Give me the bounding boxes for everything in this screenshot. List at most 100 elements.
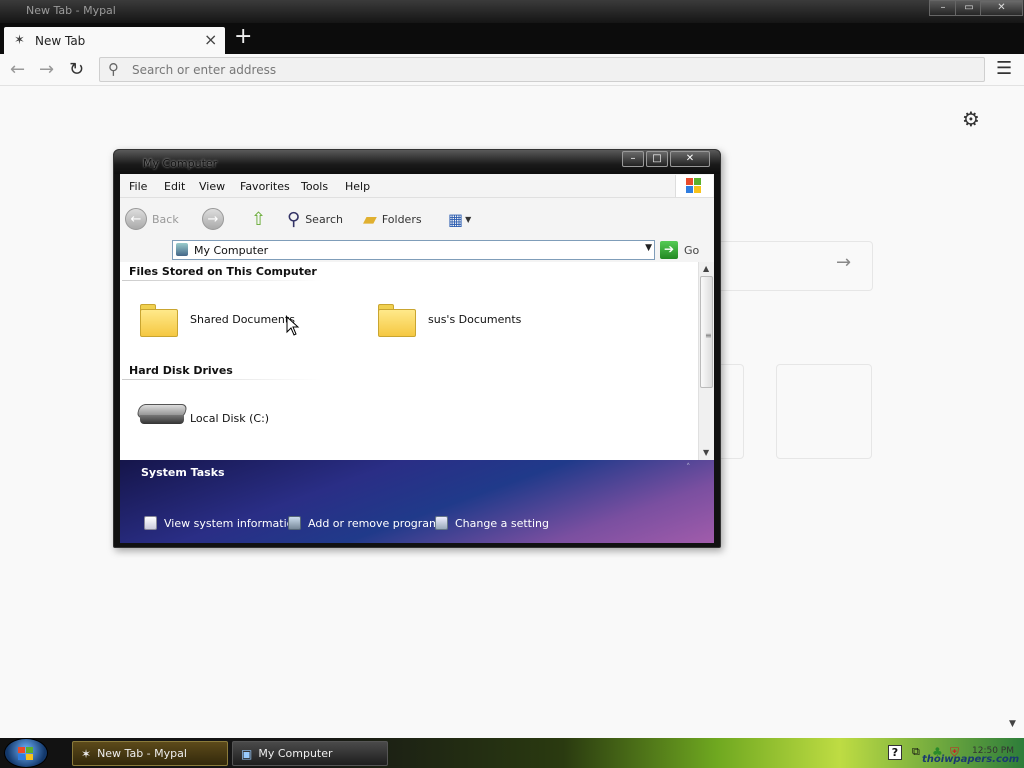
add-remove-programs-task[interactable]: Add or remove programs — [288, 516, 446, 530]
browser-maximize-button[interactable]: ▭ — [955, 0, 983, 16]
forward-button[interactable]: → — [202, 207, 224, 231]
top-site-tile[interactable] — [776, 364, 872, 459]
browser-title: New Tab - Mypal — [26, 4, 116, 17]
explorer-body: File Edit View Favorites Tools Help ← Ba… — [120, 174, 714, 543]
shared-documents-item[interactable]: Shared Documents — [190, 313, 295, 326]
folders-icon: ▰ — [363, 208, 377, 230]
gear-icon[interactable]: ⚙ — [962, 107, 980, 131]
tab-close-icon[interactable]: × — [204, 30, 217, 49]
folders-label: Folders — [381, 212, 422, 226]
explorer-close-button[interactable]: ✕ — [670, 151, 710, 167]
menu-tools[interactable]: Tools — [301, 180, 328, 193]
new-tab-plus-icon[interactable]: + — [234, 25, 252, 49]
menu-favorites[interactable]: Favorites — [240, 180, 290, 193]
help-icon[interactable]: ? — [888, 745, 902, 760]
scroll-thumb[interactable]: ≡ — [700, 276, 713, 388]
watermark-text: thoiwpapers.com — [922, 754, 1020, 765]
grip-icon: ≡ — [705, 331, 712, 340]
browser-titlebar: New Tab - Mypal – ▭ ✕ — [0, 0, 1024, 23]
change-setting-task[interactable]: Change a setting — [435, 516, 549, 530]
browser-close-button[interactable]: ✕ — [980, 0, 1023, 16]
drives-group-header: Hard Disk Drives — [129, 364, 233, 377]
go-button[interactable]: ➔ Go — [660, 241, 699, 259]
explorer-minimize-button[interactable]: – — [622, 151, 644, 167]
menu-help[interactable]: Help — [345, 180, 370, 193]
magnifier-icon: ⚲ — [287, 208, 301, 230]
taskbar-button-label: New Tab - Mypal — [97, 747, 187, 760]
local-disk-item[interactable]: Local Disk (C:) — [190, 412, 269, 425]
taskbar-button-my-computer[interactable]: ▣ My Computer — [232, 741, 388, 766]
up-folder-icon: ⇧ — [251, 208, 267, 230]
back-label: Back — [152, 212, 179, 226]
back-arrow-icon: ← — [125, 208, 147, 230]
system-tasks-title: System Tasks — [141, 466, 225, 479]
taskbar: ✶ New Tab - Mypal ▣ My Computer ? ⧉ ♣ ⛨ … — [0, 738, 1024, 768]
mypal-favicon-icon: ✶ — [14, 33, 25, 48]
folder-icon[interactable] — [140, 302, 178, 337]
browser-tabbar: ✶ New Tab × + — [0, 23, 1024, 54]
explorer-toolbar: ← Back → ⇧ ⚲ Search ▰ Folders ▦ ▼ — [120, 199, 714, 237]
sus-documents-item[interactable]: sus's Documents — [428, 313, 521, 326]
task-label: View system information — [164, 516, 301, 530]
views-grid-icon: ▦ — [448, 209, 464, 229]
mouse-cursor-icon — [286, 316, 300, 336]
view-system-info-task[interactable]: View system information — [144, 516, 300, 530]
page-scroll-down-icon[interactable]: ▼ — [1009, 719, 1016, 729]
collapse-icon[interactable]: ˄ — [686, 463, 691, 473]
explorer-maximize-button[interactable]: □ — [646, 151, 668, 167]
network-icon[interactable]: ⧉ — [912, 745, 920, 759]
settings-icon — [435, 516, 448, 530]
back-button[interactable]: ← Back — [125, 207, 179, 231]
tab-label: New Tab — [35, 34, 86, 48]
taskbar-button-label: My Computer — [258, 747, 333, 760]
start-button[interactable] — [4, 738, 48, 768]
forward-arrow-icon[interactable]: → — [39, 59, 54, 80]
computer-icon — [176, 243, 188, 256]
menu-view[interactable]: View — [199, 180, 225, 193]
hamburger-menu-icon[interactable]: ☰ — [996, 58, 1012, 79]
divider — [122, 280, 322, 281]
forward-arrow-icon: → — [202, 208, 224, 230]
my-computer-window[interactable]: My Computer – □ ✕ File Edit View Favorit… — [113, 149, 721, 548]
scroll-down-icon[interactable]: ▼ — [703, 448, 709, 457]
divider — [122, 379, 322, 380]
mypal-icon: ✶ — [81, 746, 92, 761]
explorer-content: Files Stored on This Computer Shared Doc… — [120, 262, 714, 460]
up-folder-button[interactable]: ⇧ — [251, 207, 266, 231]
taskbar-button-mypal[interactable]: ✶ New Tab - Mypal — [72, 741, 228, 766]
browser-navbar: ← → ↻ ⚲ ☰ — [0, 54, 1024, 86]
explorer-address-bar: My Computer ▼ ➔ Go — [120, 237, 714, 262]
hard-disk-icon[interactable] — [136, 404, 188, 430]
menu-file[interactable]: File — [129, 180, 147, 193]
menu-edit[interactable]: Edit — [164, 180, 185, 193]
system-tasks-panel: System Tasks ˄ View system information A… — [120, 460, 714, 543]
explorer-title: My Computer — [143, 157, 218, 170]
views-button[interactable]: ▦ ▼ — [448, 207, 471, 231]
files-group-header: Files Stored on This Computer — [129, 265, 317, 278]
back-arrow-icon[interactable]: ← — [10, 59, 25, 80]
explorer-scrollbar[interactable]: ▲ ≡ ▼ — [698, 262, 714, 460]
explorer-menubar: File Edit View Favorites Tools Help — [120, 174, 714, 198]
go-label: Go — [684, 243, 700, 257]
search-go-arrow-icon[interactable]: → — [836, 252, 851, 273]
system-info-icon — [144, 516, 157, 530]
address-value: My Computer — [194, 244, 269, 257]
chevron-down-icon[interactable]: ▼ — [645, 243, 652, 253]
tab-new-tab[interactable]: ✶ New Tab × — [4, 27, 225, 54]
address-bar[interactable]: ⚲ — [99, 57, 985, 82]
scroll-up-icon[interactable]: ▲ — [703, 264, 709, 273]
folder-icon[interactable] — [378, 302, 416, 337]
address-combo[interactable]: My Computer ▼ — [172, 240, 655, 260]
browser-minimize-button[interactable]: – — [929, 0, 957, 16]
search-button[interactable]: ⚲ Search — [287, 207, 343, 231]
explorer-titlebar[interactable]: My Computer – □ ✕ — [114, 150, 720, 174]
windows-logo-icon — [675, 175, 713, 197]
task-label: Change a setting — [455, 516, 549, 530]
programs-icon — [288, 516, 301, 530]
search-label: Search — [305, 212, 343, 226]
search-icon: ⚲ — [108, 60, 119, 78]
url-input[interactable] — [132, 61, 972, 79]
reload-icon[interactable]: ↻ — [69, 59, 84, 80]
windows-logo-icon — [18, 747, 34, 761]
folders-button[interactable]: ▰ Folders — [363, 207, 422, 231]
